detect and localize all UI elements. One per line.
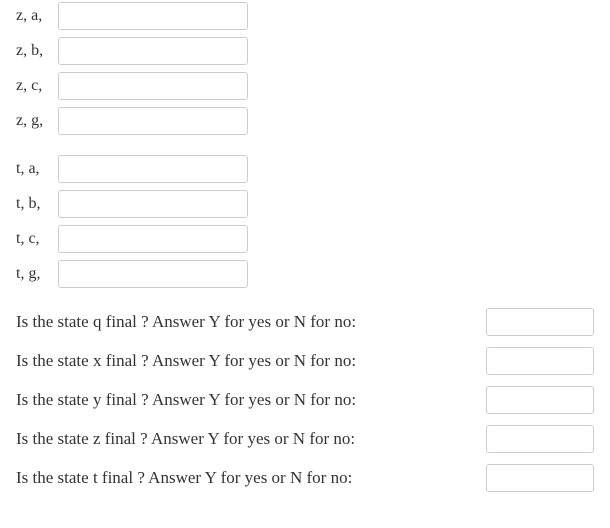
row-z-b: z, b, [16,37,594,65]
input-t-g[interactable] [58,260,248,288]
input-t-a[interactable] [58,155,248,183]
question-row-t: Is the state t final ? Answer Y for yes … [16,464,594,492]
row-t-g: t, g, [16,260,594,288]
label-t-g: t, g, [16,265,58,283]
question-label-y: Is the state y final ? Answer Y for yes … [16,390,486,410]
input-final-q[interactable] [486,308,594,336]
question-label-t: Is the state t final ? Answer Y for yes … [16,468,486,488]
label-t-b: t, b, [16,195,58,213]
label-t-a: t, a, [16,160,58,178]
row-z-c: z, c, [16,72,594,100]
label-z-b: z, b, [16,42,58,60]
row-z-g: z, g, [16,107,594,135]
input-final-z[interactable] [486,425,594,453]
question-row-y: Is the state y final ? Answer Y for yes … [16,386,594,414]
group-t: t, a, t, b, t, c, t, g, [16,155,594,288]
input-z-a[interactable] [58,2,248,30]
question-label-x: Is the state x final ? Answer Y for yes … [16,351,486,371]
label-t-c: t, c, [16,230,58,248]
question-row-x: Is the state x final ? Answer Y for yes … [16,347,594,375]
form-container: z, a, z, b, z, c, z, g, t, a, t, b, t, c… [0,0,610,528]
input-z-c[interactable] [58,72,248,100]
label-z-a: z, a, [16,7,58,25]
group-questions: Is the state q final ? Answer Y for yes … [16,308,594,492]
input-final-x[interactable] [486,347,594,375]
group-z: z, a, z, b, z, c, z, g, [16,2,594,135]
input-final-t[interactable] [486,464,594,492]
label-z-g: z, g, [16,112,58,130]
row-t-c: t, c, [16,225,594,253]
input-t-b[interactable] [58,190,248,218]
question-label-z: Is the state z final ? Answer Y for yes … [16,429,486,449]
row-z-a: z, a, [16,2,594,30]
input-t-c[interactable] [58,225,248,253]
input-z-b[interactable] [58,37,248,65]
input-z-g[interactable] [58,107,248,135]
question-row-q: Is the state q final ? Answer Y for yes … [16,308,594,336]
label-z-c: z, c, [16,77,58,95]
row-t-a: t, a, [16,155,594,183]
input-final-y[interactable] [486,386,594,414]
question-row-z: Is the state z final ? Answer Y for yes … [16,425,594,453]
row-t-b: t, b, [16,190,594,218]
question-label-q: Is the state q final ? Answer Y for yes … [16,312,486,332]
